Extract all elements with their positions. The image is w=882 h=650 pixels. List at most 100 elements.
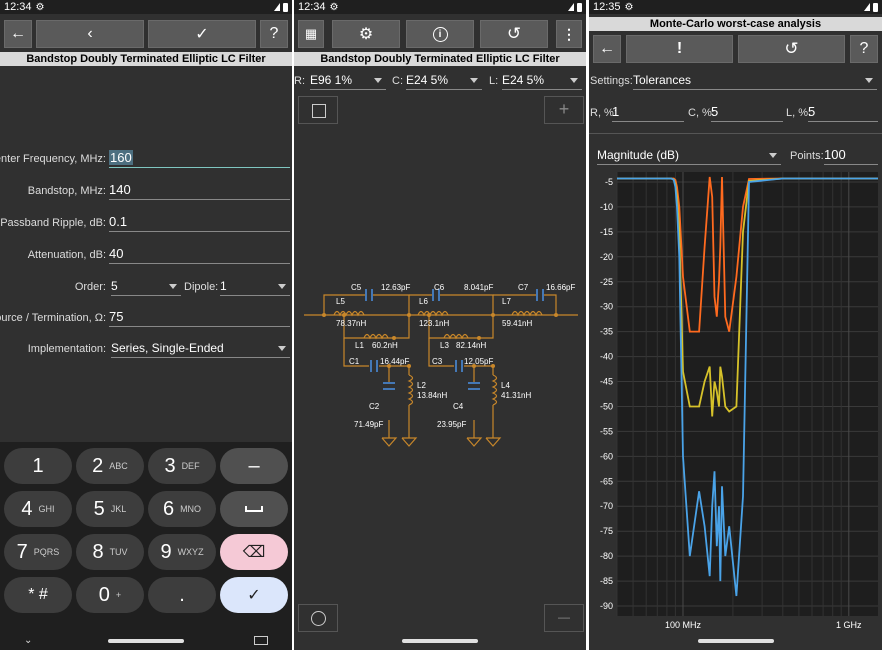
zoom-in-button[interactable]: + (544, 96, 584, 124)
plot-mode-select[interactable]: Magnitude (dB) (597, 147, 781, 165)
dropdown-caret-icon (169, 284, 177, 289)
back-arrow-button[interactable]: ← (4, 20, 32, 48)
l-series-label: L: (489, 75, 499, 87)
l1-value: 60.2nH (372, 341, 398, 350)
dipole-select[interactable]: 1 (220, 278, 290, 296)
back-button[interactable]: ← (593, 35, 621, 63)
x-axis-ticks: 100 MHz 1 GHz (665, 620, 862, 630)
c4-value: 23.95pF (437, 420, 466, 429)
key-4[interactable]: 4 GHI (4, 491, 72, 527)
order-value: 5 (111, 279, 118, 293)
c-series-value: E24 5% (406, 73, 449, 87)
home-handle[interactable] (697, 639, 774, 643)
key-5[interactable]: 5 JKL (76, 491, 144, 527)
status-bar: 12:35 ⚙ (589, 0, 882, 14)
implementation-label: Implementation: (27, 343, 106, 355)
check-icon: ✓ (195, 26, 209, 43)
navigation-bar (589, 632, 882, 650)
l3-name: L3 (440, 341, 449, 350)
c-tolerance-input[interactable]: 5 (711, 104, 783, 122)
help-button[interactable]: ? (260, 20, 288, 48)
refresh-button[interactable]: ↺ (480, 20, 548, 48)
key-9[interactable]: 9 WXYZ (148, 534, 216, 570)
dropdown-caret-icon (374, 78, 382, 83)
key-3[interactable]: 3 DEF (148, 448, 216, 484)
key-enter[interactable]: ✓ (220, 577, 288, 613)
magnitude-chart[interactable]: -5 -10 -15 -20 -25 -30 -35 -40 -45 -50 -55 -60 -65 -7… (589, 168, 882, 638)
key-2[interactable]: 2 ABC (76, 448, 144, 484)
settings-label: Settings: (590, 75, 633, 87)
points-input[interactable]: 100 (824, 147, 878, 165)
y-tick-label: -50 (600, 401, 613, 411)
source-termination-input[interactable]: 75 (109, 309, 290, 327)
info-button[interactable]: i (406, 20, 474, 48)
settings-select[interactable]: Tolerances (633, 72, 877, 90)
run-analysis-button[interactable]: ! (626, 35, 733, 63)
l-series-select[interactable]: E24 5% (502, 72, 582, 90)
key-minus[interactable]: – (220, 448, 288, 484)
key-backspace[interactable]: ⌫ (220, 534, 288, 570)
gear-icon: ⚙ (358, 26, 374, 43)
select-toggle-button[interactable] (298, 96, 338, 124)
c-series-select[interactable]: E24 5% (406, 72, 482, 90)
home-handle[interactable] (108, 639, 184, 643)
key-6[interactable]: 6 MNO (148, 491, 216, 527)
key-symbols[interactable]: * # (4, 577, 72, 613)
confirm-button[interactable]: ✓ (148, 20, 256, 48)
l-tolerance-input[interactable]: 5 (808, 104, 878, 122)
previous-button[interactable]: ‹ (36, 20, 144, 48)
back-arrow-icon: ← (10, 25, 26, 42)
minus-icon: — (558, 610, 570, 624)
key-8[interactable]: 8 TUV (76, 534, 144, 570)
l7-value: 59.41nH (502, 319, 532, 328)
chevron-left-icon: ‹ (87, 25, 93, 42)
space-icon (245, 506, 263, 512)
key-1[interactable]: 1 (4, 448, 72, 484)
implementation-select[interactable]: Series, Single-Ended (111, 340, 290, 358)
circle-toggle-button[interactable] (298, 604, 338, 632)
r-tolerance-input[interactable]: 1 (612, 104, 684, 122)
numeric-keyboard: 1 2 ABC 3 DEF – 4 GHI 5 JKL 6 MNO 7 PQRS 8 TUV … (0, 442, 292, 650)
settings-status-icon: ⚙ (329, 1, 339, 13)
bandstop-input[interactable]: 140 (109, 182, 290, 200)
c6-name: C6 (434, 283, 445, 292)
y-tick-label: -65 (600, 476, 613, 486)
zoom-out-button[interactable]: — (544, 604, 584, 632)
screen-title: Bandstop Doubly Terminated Elliptic LC F… (294, 52, 586, 66)
bandstop-label: Bandstop, MHz: (27, 185, 106, 197)
overflow-menu-button[interactable]: ⋮ (556, 20, 582, 48)
battery-icon (283, 2, 288, 12)
y-tick-label: -20 (600, 252, 613, 262)
attenuation-input[interactable]: 40 (109, 246, 290, 264)
y-tick-label: -5 (605, 177, 613, 187)
key-space[interactable] (220, 491, 288, 527)
reset-button[interactable]: ↺ (738, 35, 845, 63)
l2-value: 13.84nH (417, 391, 447, 400)
y-tick-label: -35 (600, 327, 613, 337)
chevron-down-icon[interactable]: ⌄ (24, 635, 32, 646)
dropdown-caret-icon (278, 284, 286, 289)
keyboard-icon[interactable] (254, 636, 268, 645)
key-0[interactable]: 0 + (76, 577, 144, 613)
order-label: Order: (74, 281, 106, 293)
settings-button[interactable]: ⚙ (332, 20, 400, 48)
key-7[interactable]: 7 PQRS (4, 534, 72, 570)
home-handle[interactable] (402, 639, 478, 643)
status-time: 12:34 (298, 1, 326, 13)
y-tick-label: -15 (600, 227, 613, 237)
navigation-bar: ⌄ (0, 632, 292, 650)
settings-value: Tolerances (633, 73, 692, 87)
points-label: Points: (790, 150, 824, 162)
r-series-select[interactable]: E96 1% (310, 72, 386, 90)
center-frequency-input[interactable]: 160 (109, 150, 290, 168)
passband-ripple-input[interactable]: 0.1 (109, 214, 290, 232)
plus-icon: + (558, 99, 570, 119)
order-select[interactable]: 5 (111, 278, 181, 296)
l-series-value: E24 5% (502, 73, 545, 87)
key-dot[interactable]: . (148, 577, 216, 613)
help-button[interactable]: ? (850, 35, 878, 63)
grid-menu-button[interactable]: ▦ (298, 20, 324, 48)
y-tick-label: -70 (600, 501, 613, 511)
filter-schematic[interactable]: C5 12.63pF C6 8.041pF C7 16.66pF L5 78.3… (294, 270, 586, 470)
more-vertical-icon: ⋮ (562, 25, 576, 42)
